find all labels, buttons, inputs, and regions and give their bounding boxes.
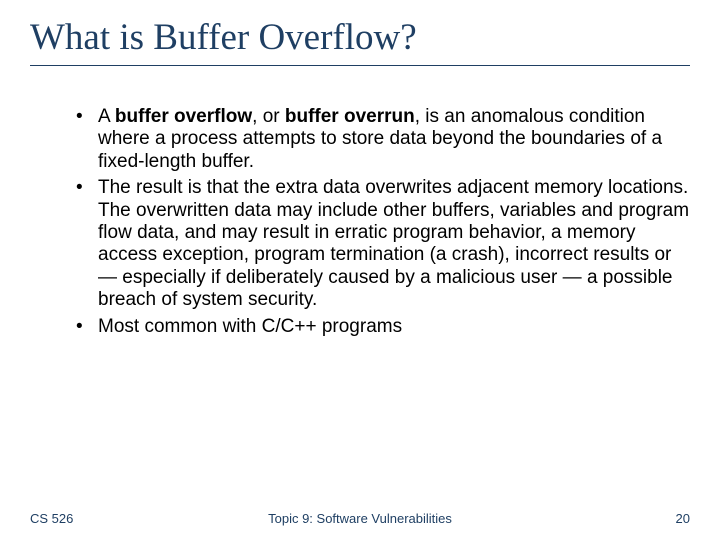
bullet-text: The result is that the extra data overwr… (98, 177, 689, 310)
bold-term-overrun: buffer overrun (285, 106, 415, 127)
slide-title: What is Buffer Overflow? (30, 16, 690, 59)
footer-topic: Topic 9: Software Vulnerabilities (30, 511, 690, 526)
slide-body: A buffer overflow, or buffer overrun, is… (30, 106, 690, 338)
footer-course-code: CS 526 (30, 511, 73, 526)
title-underline (30, 65, 690, 66)
bullet-item: A buffer overflow, or buffer overrun, is… (76, 106, 690, 173)
bullet-item: The result is that the extra data overwr… (76, 177, 690, 311)
footer-page-number: 20 (676, 511, 690, 526)
bullet-text-mid: , or (252, 106, 285, 127)
slide: What is Buffer Overflow? A buffer overfl… (0, 0, 720, 540)
bullet-text-prefix: A (98, 106, 115, 127)
slide-footer: CS 526 Topic 9: Software Vulnerabilities… (30, 511, 690, 526)
bold-term-overflow: buffer overflow (115, 106, 252, 127)
bullet-text: Most common with C/C++ programs (98, 316, 402, 337)
bullet-item: Most common with C/C++ programs (76, 316, 690, 338)
bullet-list: A buffer overflow, or buffer overrun, is… (30, 106, 690, 338)
